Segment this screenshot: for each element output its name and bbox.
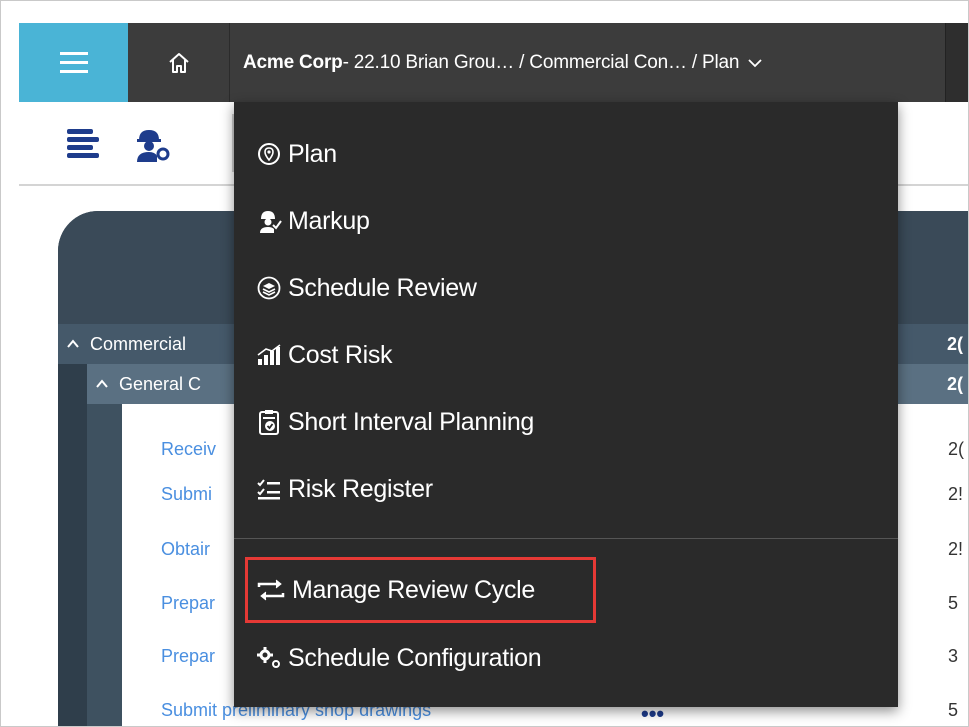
location-pin-icon [256,141,282,167]
menu-item-label: Markup [288,206,370,235]
task-link[interactable]: Prepar [161,593,215,614]
task-value: 2! [948,484,964,504]
group-value: 2( [947,333,964,354]
top-navigation-bar: Acme Corp - 22.10 Brian Grou… / Commerci… [19,23,968,102]
group-label: Commercial [90,333,187,354]
breadcrumb[interactable]: Acme Corp - 22.10 Brian Grou… / Commerci… [243,23,763,102]
menu-item-label: Short Interval Planning [288,407,535,436]
chart-bars-icon [256,342,282,368]
home-icon [168,52,189,73]
worker-settings-icon[interactable] [131,124,171,164]
gears-icon [256,645,282,671]
menu-item-schedule-review[interactable]: Schedule Review [256,266,477,310]
task-link[interactable]: Obtair [161,539,210,560]
breadcrumb-path: - 22.10 Brian Grou… / Commercial Con… / … [342,51,740,73]
task-value: 5 [948,700,959,720]
hamburger-menu-button[interactable] [19,23,128,102]
worker-check-icon [256,208,282,234]
menu-item-cost-risk[interactable]: Cost Risk [256,333,393,377]
grid-indent-rail [87,404,122,726]
menu-item-markup[interactable]: Markup [256,199,370,243]
task-link[interactable]: Prepar [161,646,215,667]
task-value: 3 [948,646,959,666]
menu-item-label: Cost Risk [288,340,393,369]
task-value: 2( [948,439,965,459]
menu-item-label: Risk Register [288,474,433,503]
hamburger-icon [59,51,88,74]
menu-item-short-interval-planning[interactable]: Short Interval Planning [256,400,534,444]
app-window: Acme Corp - 22.10 Brian Grou… / Commerci… [0,0,969,727]
topbar-edge [945,23,968,102]
task-link[interactable]: Receiv [161,439,216,460]
chevron-up-icon [67,339,79,348]
menu-item-label: Schedule Review [288,273,477,302]
menu-item-label: Plan [288,139,337,168]
chevron-up-icon [96,379,108,388]
task-value: 5 [948,593,959,613]
clipboard-check-icon [256,409,282,435]
schedule-list-icon[interactable] [63,124,103,164]
chevron-down-icon [748,58,762,67]
task-value: 2! [948,539,964,559]
subgroup-label: General C [119,373,202,394]
task-link[interactable]: Submi [161,484,212,505]
menu-item-risk-register[interactable]: Risk Register [256,467,433,511]
layers-icon [256,275,282,301]
checklist-icon [256,476,282,502]
menu-item-plan[interactable]: Plan [256,132,337,176]
subgroup-value: 2( [947,373,964,394]
breadcrumb-company: Acme Corp [243,51,343,73]
menu-item-schedule-configuration[interactable]: Schedule Configuration [256,636,542,680]
highlight-annotation [245,557,596,623]
menu-item-label: Schedule Configuration [288,643,542,672]
home-button[interactable] [128,23,230,102]
menu-divider [234,538,898,539]
